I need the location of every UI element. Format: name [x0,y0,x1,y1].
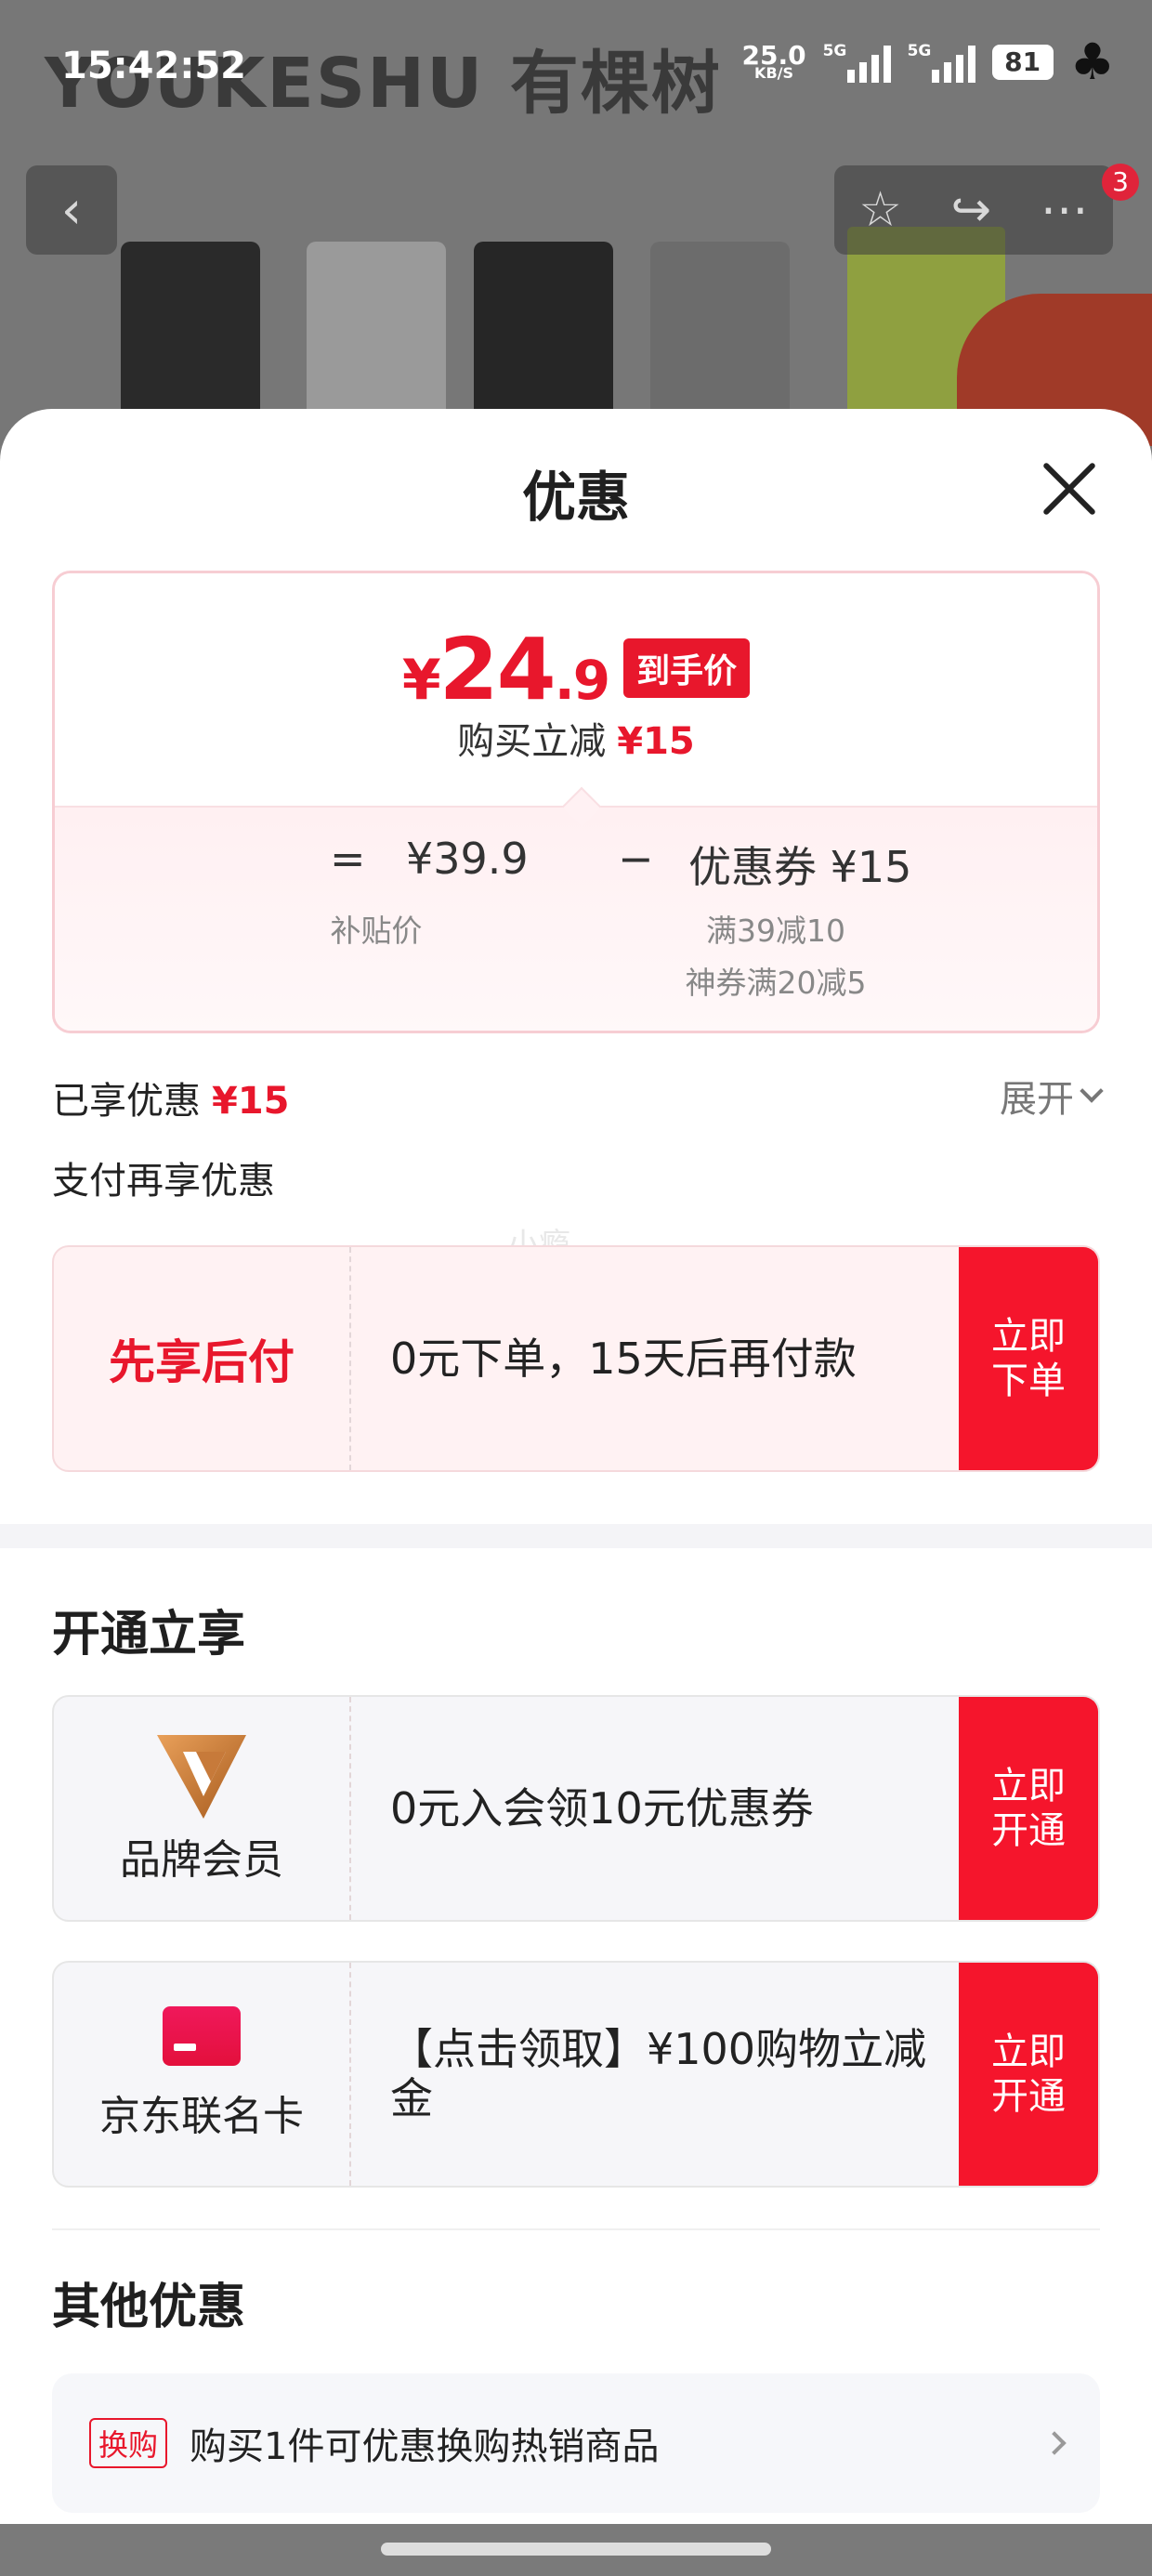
equals-sign: = [330,834,366,884]
other-section-title: 其他优惠 [52,2280,246,2335]
chevron-down-icon [1080,1079,1104,1103]
back-button[interactable]: ‹ [26,165,117,255]
pay-later-name-area: 先享后付 [54,1247,351,1470]
discount-sheet: 优惠 ¥24.9 到手价 购买立减 ¥15 = ¥39.9 − 优惠券 ¥15 补… [0,409,1152,2528]
status-bar: 15:42:52 25.0 KB/S 5G 5G 81 ♣ [0,0,1152,139]
chevron-right-icon [1042,2431,1067,2455]
price-breakdown-card: ¥24.9 到手价 购买立减 ¥15 = ¥39.9 − 优惠券 ¥15 补贴价 … [52,571,1100,1033]
cart-count-badge: 3 [1102,164,1139,201]
final-price-decimal: .9 [554,649,610,712]
price-formula: = ¥39.9 − 优惠券 ¥15 [55,834,1097,892]
signal-2-label: 5G [907,42,932,60]
minus-sign: − [618,834,654,884]
enjoyed-discount-value: ¥15 [212,1080,290,1123]
final-price-row: ¥24.9 到手价 [55,620,1097,719]
brand-vip-desc: 0元入会领10元优惠券 [390,1782,814,1833]
brand-vip-name: 品牌会员 [120,1836,283,1884]
base-price-label: 补贴价 [330,913,423,949]
brand-vip-icon [157,1735,246,1819]
divider-line [52,2228,1100,2230]
pay-later-desc: 0元下单，15天后再付款 [390,1333,857,1384]
trade-in-offer-row[interactable]: 换购 购买1件可优惠换购热销商品 [52,2373,1100,2513]
instant-reduce-value: ¥15 [617,720,695,763]
signal-1-label: 5G [822,42,847,60]
signal-2-icon: 5G [908,42,975,83]
enjoyed-discount-label: 已享优惠 [52,1080,201,1123]
share-icon[interactable]: ↪ [951,182,992,238]
trade-in-text: 购买1件可优惠换购热销商品 [190,2425,660,2468]
final-price-currency: ¥ [401,648,441,713]
top-action-group: ☆ ↪ ⋯ [834,165,1113,255]
coupon-amount: 优惠券 ¥15 [688,842,912,892]
home-indicator-area [0,2524,1152,2576]
sheet-title: 优惠 [521,466,630,529]
co-brand-card-offer: 京东联名卡 【点击领取】¥100购物立减金 立即开通 [52,1961,1100,2188]
status-time: 15:42:52 [61,45,246,87]
chevron-left-icon: ‹ [60,179,83,241]
network-speed: 25.0 KB/S [741,43,805,81]
instant-reduce-row: 购买立减 ¥15 [55,711,1097,765]
clover-icon: ♣ [1069,33,1115,91]
enjoyed-discount: 已享优惠 ¥15 [52,1071,290,1124]
credit-card-icon [163,2006,241,2066]
more-icon[interactable]: ⋯ [1041,182,1089,238]
co-brand-card-name: 京东联名卡 [99,2093,304,2140]
open-section-title: 开通立享 [52,1607,246,1663]
brand-vip-offer: 品牌会员 0元入会领10元优惠券 立即开通 [52,1695,1100,1922]
expand-label: 展开 [1000,1078,1074,1121]
status-indicators: 25.0 KB/S 5G 5G 81 ♣ [741,37,1115,87]
open-vip-button[interactable]: 立即开通 [959,1697,1098,1920]
coupon-detail: 满39减10 [706,913,845,949]
price-summary: ¥24.9 到手价 购买立减 ¥15 [55,573,1097,806]
pay-section-title: 支付再享优惠 [52,1160,275,1203]
instant-reduce-label: 购买立减 [457,720,607,763]
final-price-tag: 到手价 [623,638,751,698]
order-now-button[interactable]: 立即下单 [959,1247,1098,1470]
co-brand-card-name-area: 京东联名卡 [54,1963,351,2186]
final-price-integer: 24 [439,620,556,719]
favorite-star-icon[interactable]: ☆ [858,182,902,238]
brand-vip-name-area: 品牌会员 [54,1697,351,1920]
close-button[interactable] [1039,457,1100,519]
open-card-button[interactable]: 立即开通 [959,1963,1098,2186]
pay-later-offer: 先享后付 0元下单，15天后再付款 立即下单 [52,1245,1100,1472]
signal-1-icon: 5G [823,42,891,83]
section-divider [0,1524,1152,1548]
pay-later-name: 先享后付 [109,1335,295,1389]
battery-icon: 81 [991,45,1054,80]
final-price: ¥24.9 [401,620,610,719]
home-indicator[interactable] [381,2543,771,2556]
base-price: ¥39.9 [406,834,529,884]
coupon-detail: 神券满20减5 [685,965,867,1001]
trade-in-badge: 换购 [89,2418,168,2468]
expand-button[interactable]: 展开 [1000,1069,1104,1123]
co-brand-card-desc: 【点击领取】¥100购物立减金 [390,2024,927,2123]
